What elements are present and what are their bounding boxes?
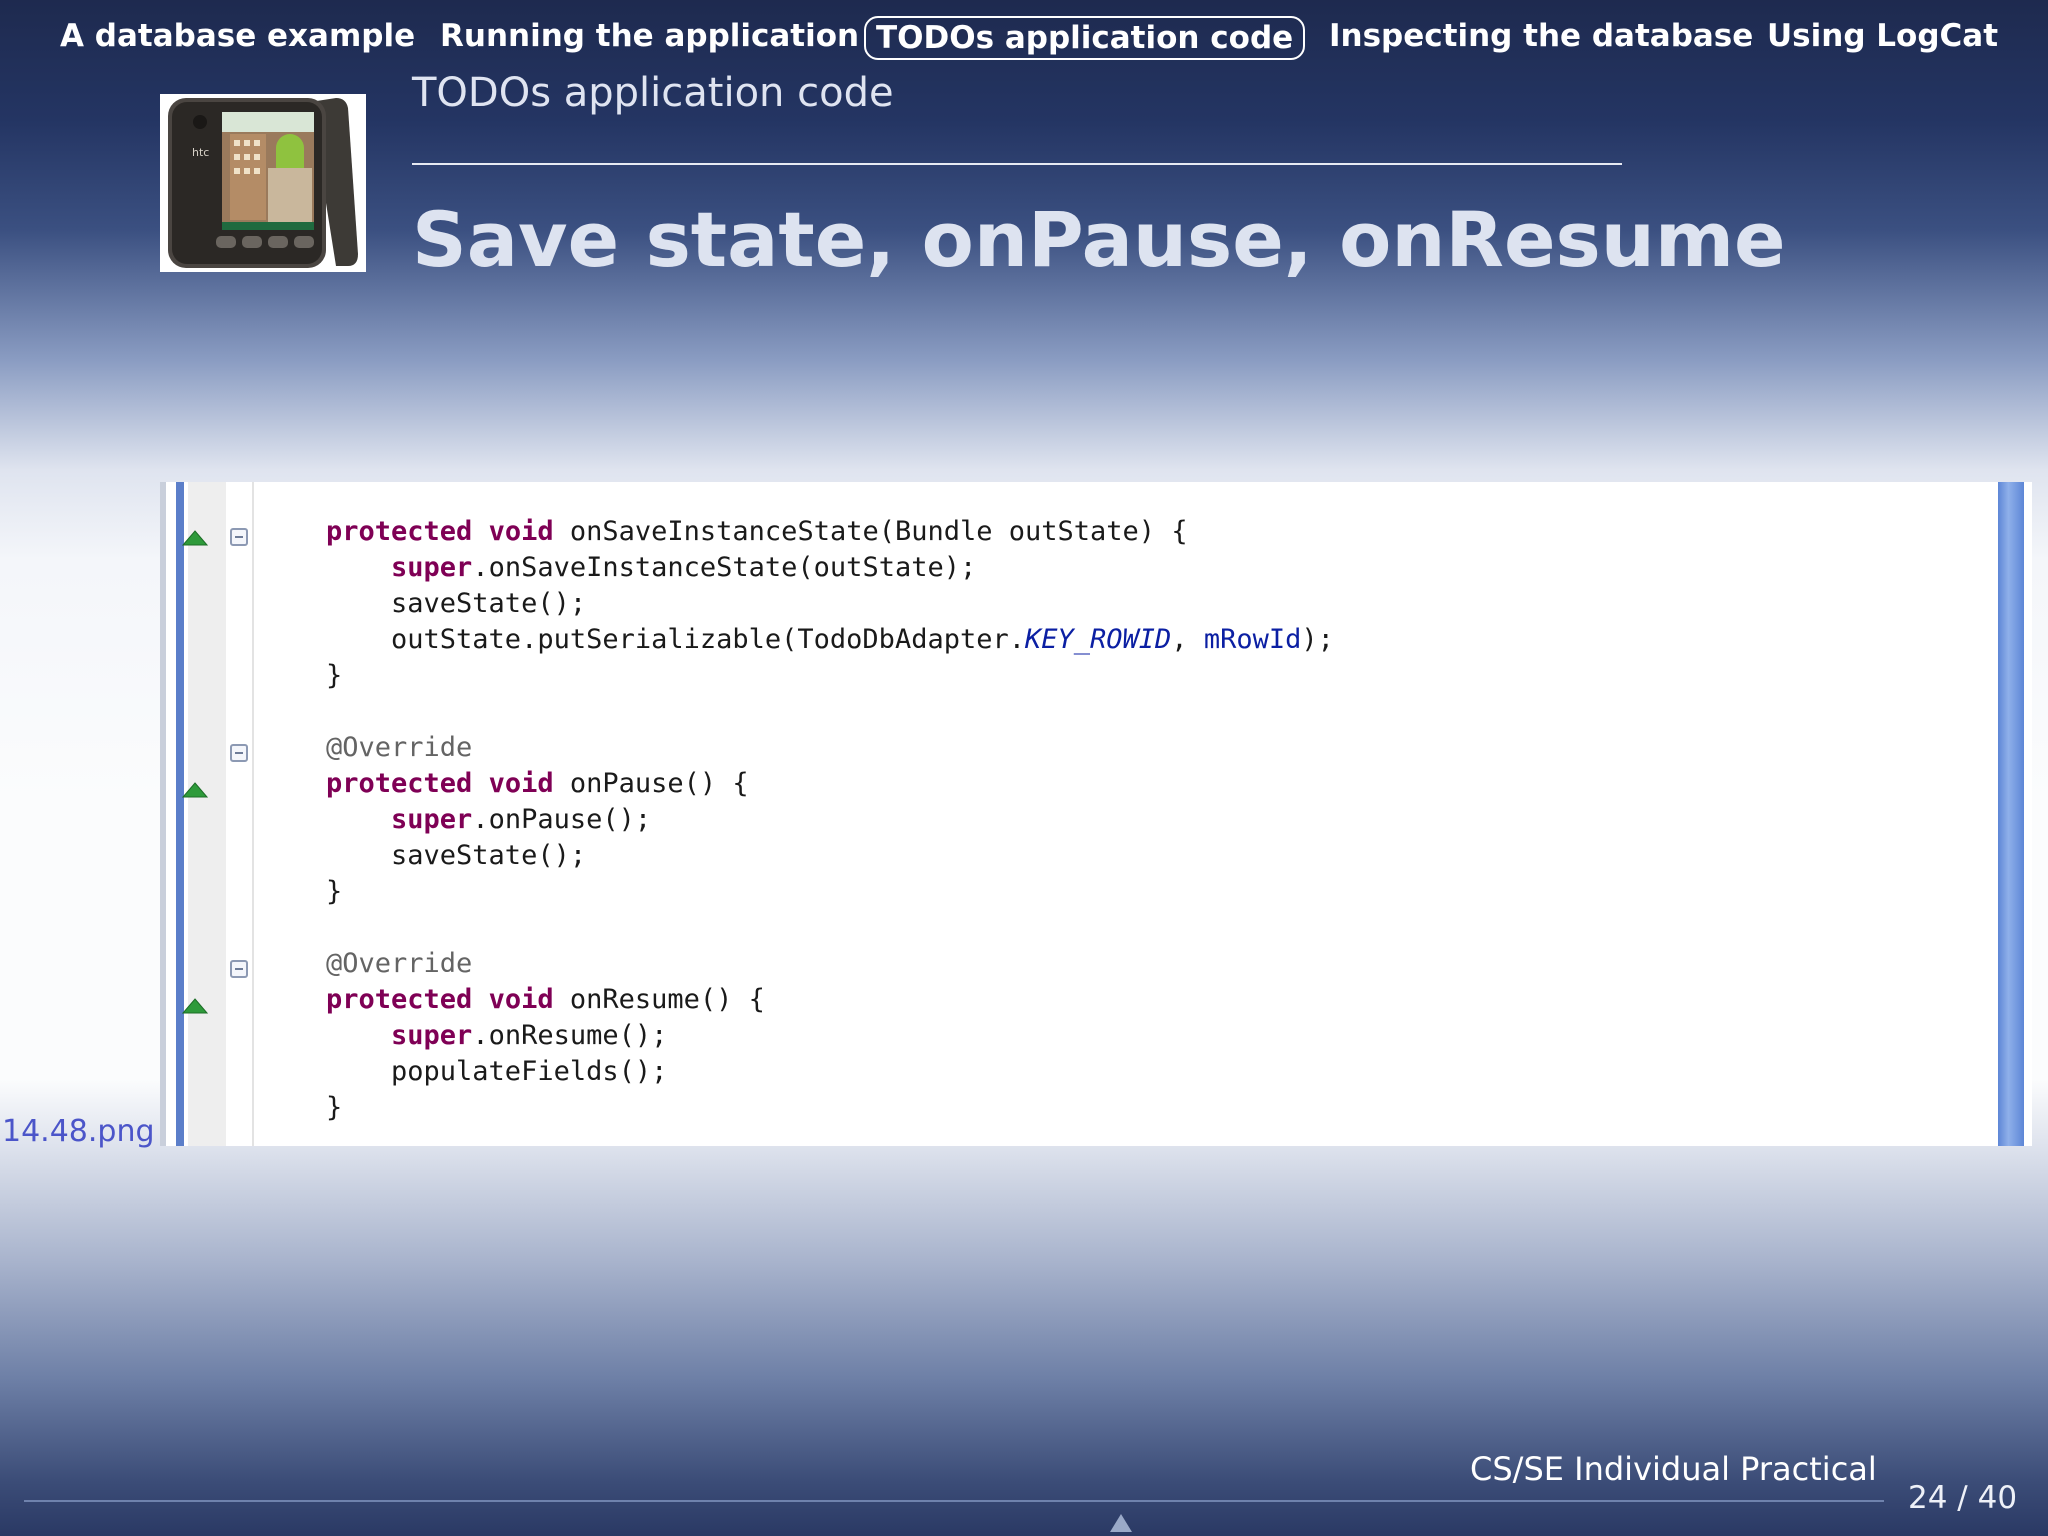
code-line: saveState(); xyxy=(326,840,587,871)
code-line: } xyxy=(326,876,343,907)
nav-item-inspecting-database[interactable]: Inspecting the database xyxy=(1329,14,1753,58)
footer-title: CS/SE Individual Practical xyxy=(1470,1450,1877,1488)
left-edge xyxy=(160,482,166,1146)
code-line: protected void onSaveInstanceState(Bundl… xyxy=(326,516,1188,547)
code-line: super.onResume(); xyxy=(391,1020,668,1051)
code-line: protected void onResume() { xyxy=(326,984,765,1015)
title-divider xyxy=(412,163,1622,165)
keyword: protected xyxy=(326,984,473,1015)
keyword: protected xyxy=(326,768,473,799)
annotation-line: @Override xyxy=(326,732,473,763)
phone-brand-text: htc xyxy=(192,146,209,159)
code-line: } xyxy=(326,1092,343,1123)
page-number: 24 / 40 xyxy=(1908,1480,2018,1516)
code-line: outState.putSerializable(TodoDbAdapter.K… xyxy=(326,624,1334,655)
editor-left-bar xyxy=(176,482,184,1146)
phone-thumbnail: htc xyxy=(160,94,366,272)
fold-minus-icon[interactable] xyxy=(230,960,248,978)
keyword: protected xyxy=(326,516,473,547)
nav-item-running-application[interactable]: Running the application xyxy=(440,14,859,58)
keyword: super xyxy=(391,1020,473,1051)
image-filename-link[interactable]: 14.48.png xyxy=(2,1114,155,1149)
code-line: super.onPause(); xyxy=(391,804,652,835)
code-line: saveState(); xyxy=(326,588,587,619)
keyword: void xyxy=(488,984,554,1015)
nav-item-database-example[interactable]: A database example xyxy=(60,14,415,58)
frame-title: Save state, onPause, onResume xyxy=(412,195,1786,284)
editor-ruler xyxy=(188,482,226,1146)
keyword: void xyxy=(488,768,554,799)
editor-right-bar xyxy=(1998,482,2024,1146)
nav-item-using-logcat[interactable]: Using LogCat xyxy=(1767,14,1998,58)
code-line: super.onSaveInstanceState(outState); xyxy=(391,552,977,583)
top-navigation: A database example Running the applicati… xyxy=(0,0,2048,76)
section-title: TODOs application code xyxy=(412,70,894,116)
code-screenshot: protected void onSaveInstanceState(Bundl… xyxy=(160,482,2032,1146)
fold-minus-icon[interactable] xyxy=(230,744,248,762)
code-line: protected void onPause() { xyxy=(326,768,749,799)
editor-divider xyxy=(252,482,254,1146)
code-line: populateFields(); xyxy=(326,1056,668,1087)
navigation-arrow-icon[interactable] xyxy=(1110,1514,1132,1532)
keyword: super xyxy=(391,804,473,835)
override-triangle-icon xyxy=(182,782,208,798)
code-line: } xyxy=(326,660,343,691)
keyword: void xyxy=(488,516,554,547)
footer-divider xyxy=(24,1500,1884,1502)
annotation-line: @Override xyxy=(326,948,473,979)
nav-item-todos-application-code[interactable]: TODOs application code xyxy=(864,16,1306,60)
fold-minus-icon[interactable] xyxy=(230,528,248,546)
override-triangle-icon xyxy=(182,998,208,1014)
keyword: super xyxy=(391,552,473,583)
member-field: mRowId xyxy=(1203,624,1302,655)
override-triangle-icon xyxy=(182,530,208,546)
constant-field: KEY_ROWID xyxy=(1024,624,1172,655)
code-block: protected void onSaveInstanceState(Bundl… xyxy=(326,514,1334,1126)
